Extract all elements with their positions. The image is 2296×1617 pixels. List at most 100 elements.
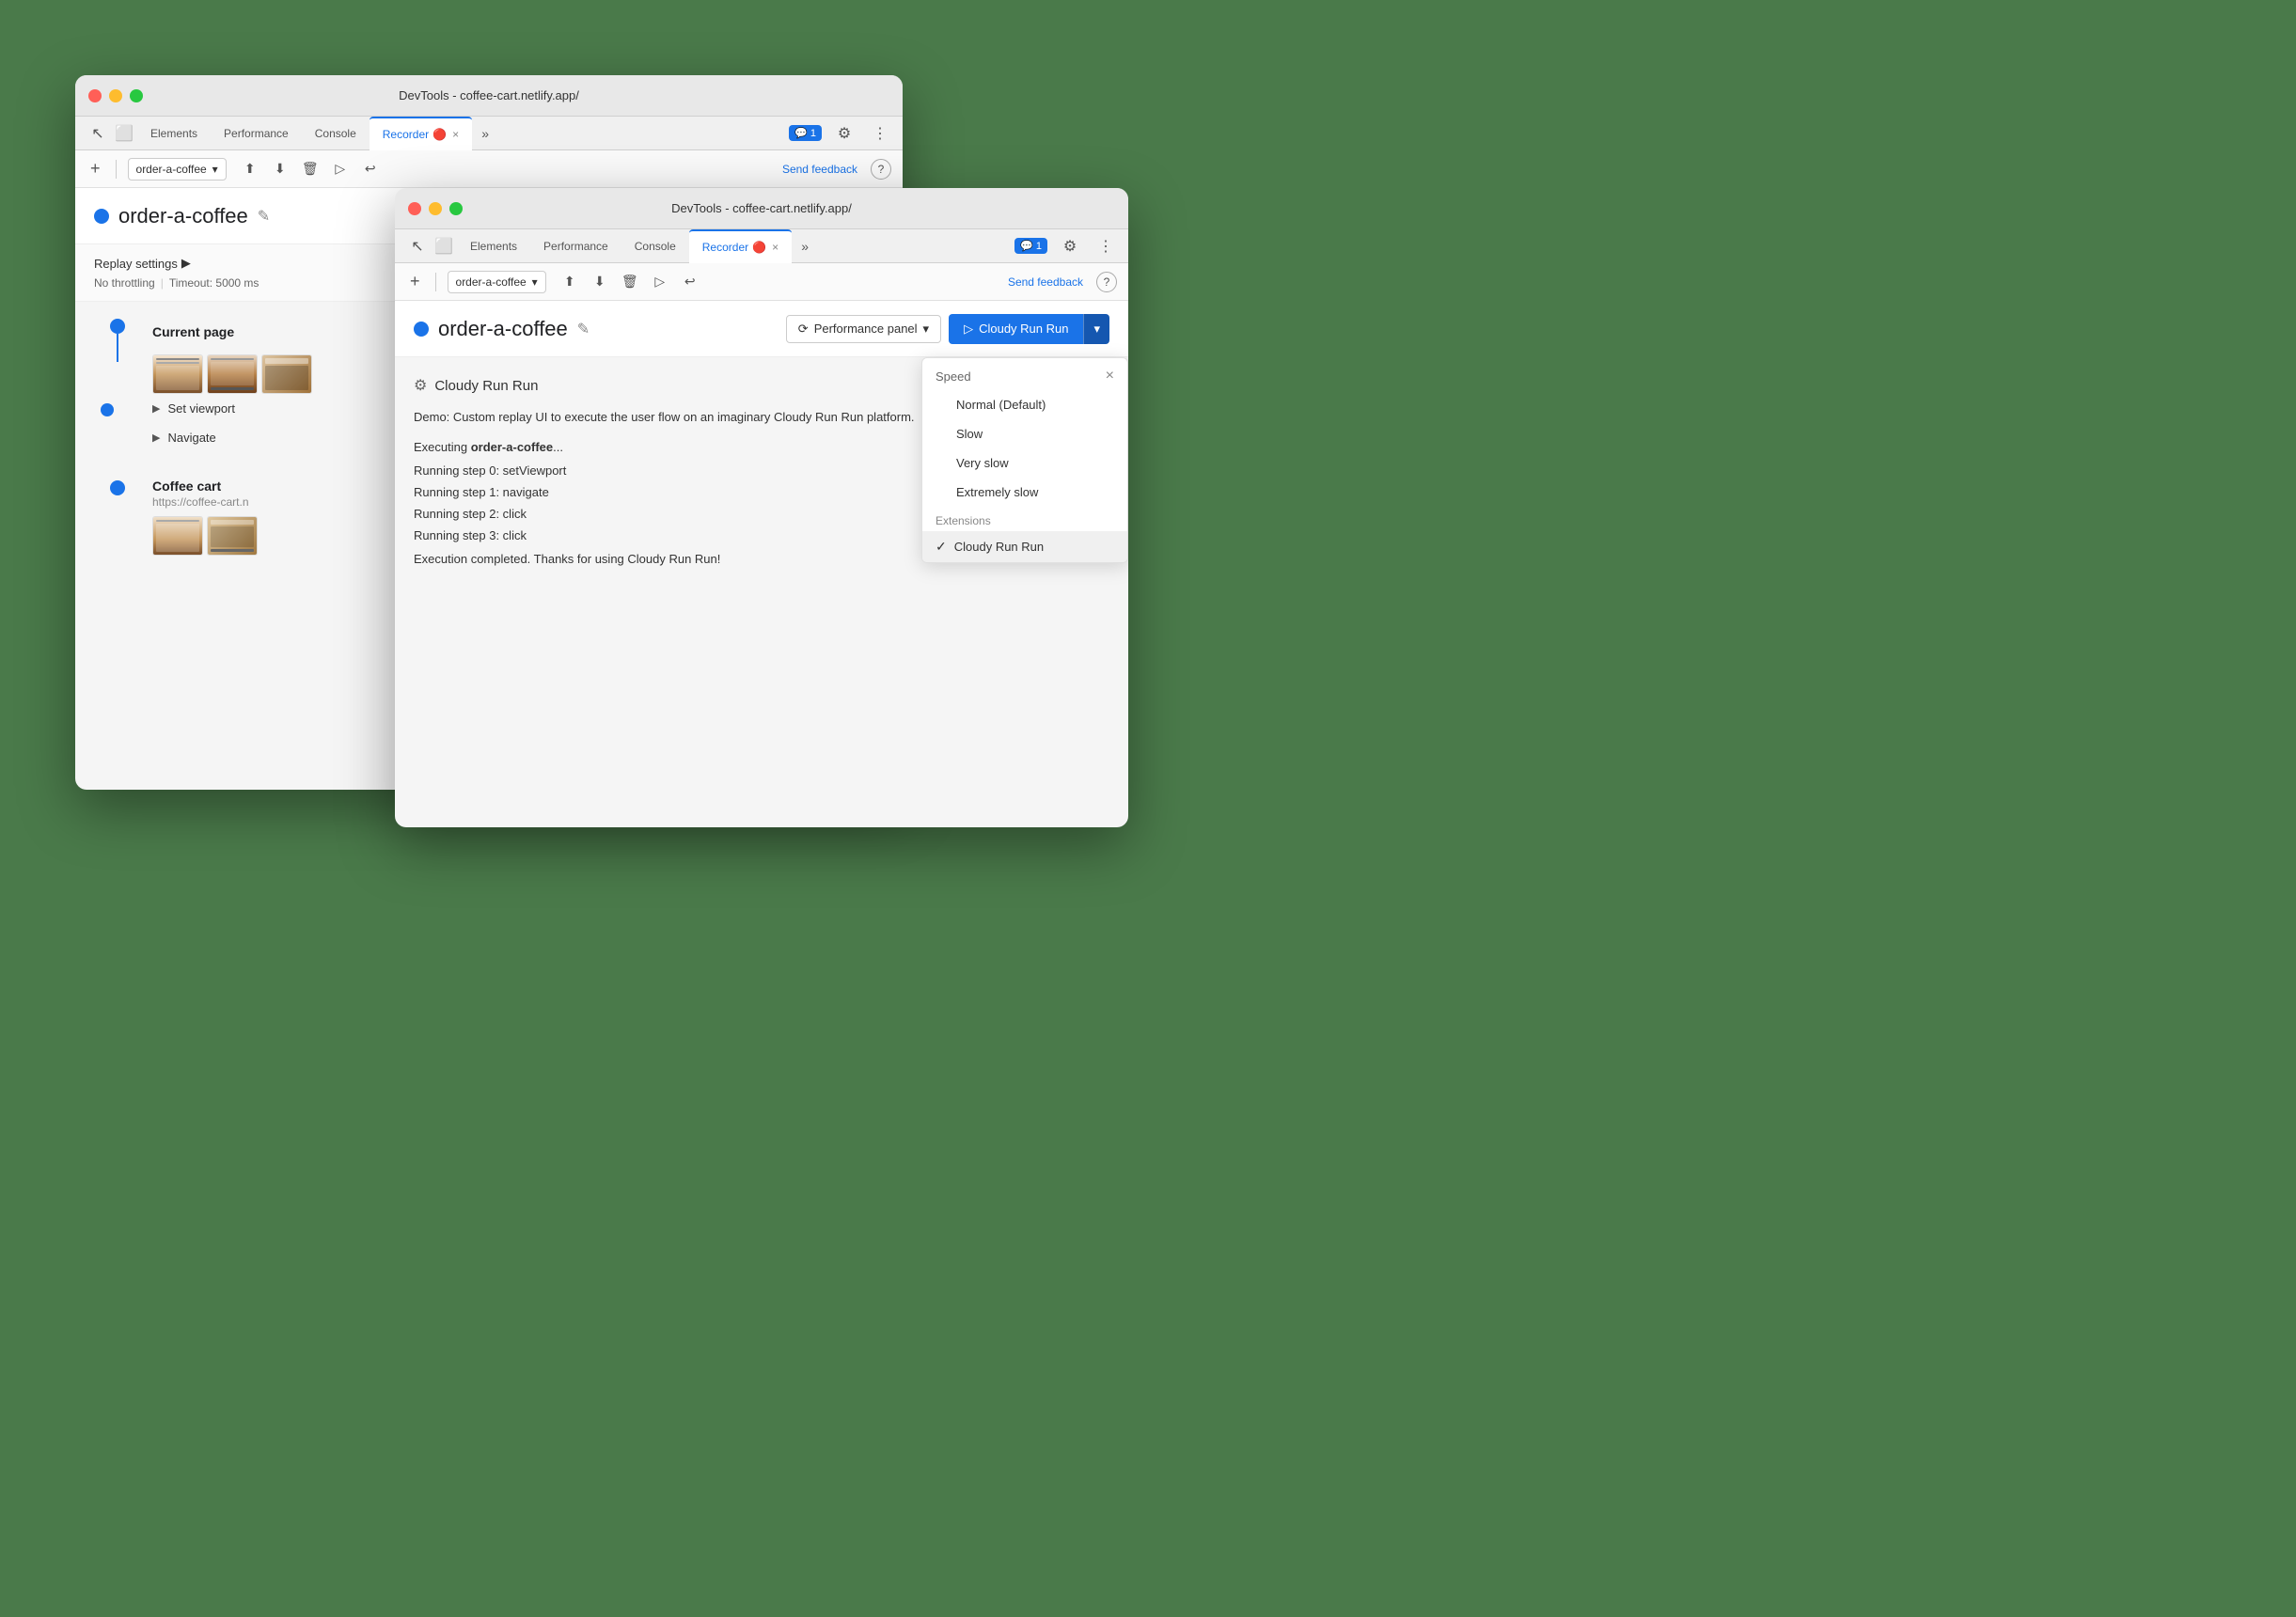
delete-icon-1[interactable]: 🗑: [298, 157, 322, 181]
recording-name-2: order-a-coffee: [438, 317, 568, 341]
tab-console-1[interactable]: Console: [302, 117, 370, 150]
perf-icon-2: ⟳: [798, 322, 809, 337]
tab-console-2[interactable]: Console: [621, 229, 689, 263]
tab-performance-1[interactable]: Performance: [211, 117, 302, 150]
perf-dropdown-icon-2: ▾: [923, 322, 930, 337]
thumb-5: [207, 516, 258, 556]
close-dropdown-btn[interactable]: ×: [1106, 368, 1114, 385]
header-actions-2: ⟳ Performance panel ▾ ▷ Cloudy Run Run ▾: [786, 314, 1109, 344]
device-toggle-icon-2[interactable]: ⬜: [431, 233, 457, 259]
import-icon-2[interactable]: ⬇: [588, 270, 612, 294]
close-button-1[interactable]: [88, 89, 102, 102]
cloudy-dropdown-btn[interactable]: ▾: [1083, 314, 1109, 344]
toolbar-divider-1: [116, 160, 117, 179]
record-icon-1[interactable]: ↩: [358, 157, 383, 181]
import-icon-1[interactable]: ⬇: [268, 157, 292, 181]
record-icon-2[interactable]: ↩: [678, 270, 702, 294]
maximize-button-1[interactable]: [130, 89, 143, 102]
w2-recording-header: order-a-coffee ✎ ⟳ Performance panel ▾ ▷…: [395, 301, 1128, 357]
recorder-toolbar-1: + order-a-coffee ▾ ⬆ ⬇ 🗑 ▷ ↩ Send feedba…: [75, 150, 903, 188]
toolbar-icons-1: ⬆ ⬇ 🗑 ▷ ↩: [238, 157, 383, 181]
delete-icon-2[interactable]: 🗑: [618, 270, 642, 294]
thumb-4: [152, 516, 203, 556]
recording-title-2: order-a-coffee ✎: [414, 317, 590, 341]
step-label-navigate[interactable]: Navigate: [167, 431, 215, 445]
cloudy-run-main-btn[interactable]: ▷ Cloudy Run Run: [949, 314, 1083, 344]
close-button-2[interactable]: [408, 202, 421, 215]
more-tabs-icon-1[interactable]: »: [472, 120, 498, 147]
speed-slow[interactable]: Slow: [922, 419, 1127, 448]
settings-icon-2[interactable]: ⚙: [1057, 233, 1083, 259]
executing-name: order-a-coffee: [471, 440, 553, 454]
send-feedback-link-1[interactable]: Send feedback: [782, 163, 857, 176]
title-bar-1: DevTools - coffee-cart.netlify.app/: [75, 75, 903, 117]
speed-dropdown-header: Speed ×: [922, 358, 1127, 390]
thumb-1: [152, 354, 203, 394]
tab-recorder-2[interactable]: Recorder 🔴 ×: [689, 229, 792, 263]
triangle-icon-1: ▶: [152, 402, 160, 415]
recording-title-1: order-a-coffee ✎: [94, 204, 270, 228]
more-options-icon-1[interactable]: ⋮: [867, 120, 893, 147]
speed-normal[interactable]: Normal (Default): [922, 390, 1127, 419]
step-dot-0: [110, 319, 125, 334]
toolbar-icons-2: ⬆ ⬇ 🗑 ▷ ↩: [558, 270, 702, 294]
step-line-0: [117, 334, 118, 362]
more-tabs-icon-2[interactable]: »: [792, 233, 818, 259]
notification-badge-2[interactable]: 💬1: [1014, 238, 1047, 254]
toolbar-divider-2: [435, 273, 436, 291]
more-options-icon-2[interactable]: ⋮: [1093, 233, 1119, 259]
tab-elements-1[interactable]: Elements: [137, 117, 211, 150]
minimize-button-2[interactable]: [429, 202, 442, 215]
speed-extremely-slow[interactable]: Extremely slow: [922, 478, 1127, 507]
settings-icon-1[interactable]: ⚙: [831, 120, 857, 147]
export-icon-1[interactable]: ⬆: [238, 157, 262, 181]
cloudy-gear-icon: ⚙: [414, 376, 427, 395]
play-recording-icon-1[interactable]: ▷: [328, 157, 353, 181]
device-toggle-icon[interactable]: ⬜: [111, 120, 137, 147]
recording-status-dot-1: [94, 209, 109, 224]
play-icon-2: ▷: [964, 322, 973, 337]
step-label-viewport[interactable]: Set viewport: [167, 401, 235, 416]
recording-status-dot-2: [414, 322, 429, 337]
traffic-lights-1: [88, 89, 143, 102]
tab-recorder-1[interactable]: Recorder 🔴 ×: [370, 117, 472, 150]
maximize-button-2[interactable]: [449, 202, 463, 215]
perf-panel-btn-2[interactable]: ⟳ Performance panel ▾: [786, 315, 941, 343]
title-bar-2: DevTools - coffee-cart.netlify.app/: [395, 188, 1128, 229]
dropdown-chevron-icon: ▾: [212, 163, 218, 176]
tab-icons-right-1: 💬1 ⚙ ⋮: [789, 120, 893, 147]
send-feedback-link-2[interactable]: Send feedback: [1008, 275, 1083, 289]
cursor-tool-icon-2[interactable]: ↖: [404, 233, 431, 259]
edit-recording-name-icon-1[interactable]: ✎: [258, 207, 270, 226]
settings-triangle-icon: ▶: [181, 256, 191, 271]
dropdown-chevron-icon-2: ▾: [532, 275, 538, 289]
tab-elements-2[interactable]: Elements: [457, 229, 530, 263]
window-title-1: DevTools - coffee-cart.netlify.app/: [399, 88, 579, 102]
thumb-3: [261, 354, 312, 394]
step-dot-2: [110, 480, 125, 495]
speed-label: Speed: [936, 369, 971, 384]
cloudy-run-run-option[interactable]: ✓ Cloudy Run Run: [922, 531, 1127, 562]
thumb-2: [207, 354, 258, 394]
tab-bar-1: ↖ ⬜ Elements Performance Console Recorde…: [75, 117, 903, 150]
play-recording-icon-2[interactable]: ▷: [648, 270, 672, 294]
minimize-button-1[interactable]: [109, 89, 122, 102]
extensions-label: Extensions: [922, 507, 1127, 531]
notification-badge-1[interactable]: 💬1: [789, 125, 822, 141]
tab-performance-2[interactable]: Performance: [530, 229, 621, 263]
help-icon-1[interactable]: ?: [871, 159, 891, 180]
cursor-tool-icon[interactable]: ↖: [85, 120, 111, 147]
recording-name-1: order-a-coffee: [118, 204, 248, 228]
tab-bar-2: ↖ ⬜ Elements Performance Console Recorde…: [395, 229, 1128, 263]
add-recording-btn-2[interactable]: +: [406, 272, 424, 291]
help-icon-2[interactable]: ?: [1096, 272, 1117, 292]
speed-very-slow[interactable]: Very slow: [922, 448, 1127, 478]
speed-dropdown: Speed × Normal (Default) Slow Very slow …: [921, 357, 1128, 563]
edit-recording-name-icon-2[interactable]: ✎: [577, 320, 590, 338]
w2-main: order-a-coffee ✎ ⟳ Performance panel ▾ ▷…: [395, 301, 1128, 827]
triangle-icon-2: ▶: [152, 432, 160, 444]
recording-selector-1[interactable]: order-a-coffee ▾: [128, 158, 227, 181]
export-icon-2[interactable]: ⬆: [558, 270, 582, 294]
recording-selector-2[interactable]: order-a-coffee ▾: [448, 271, 546, 293]
add-recording-btn-1[interactable]: +: [86, 159, 104, 179]
